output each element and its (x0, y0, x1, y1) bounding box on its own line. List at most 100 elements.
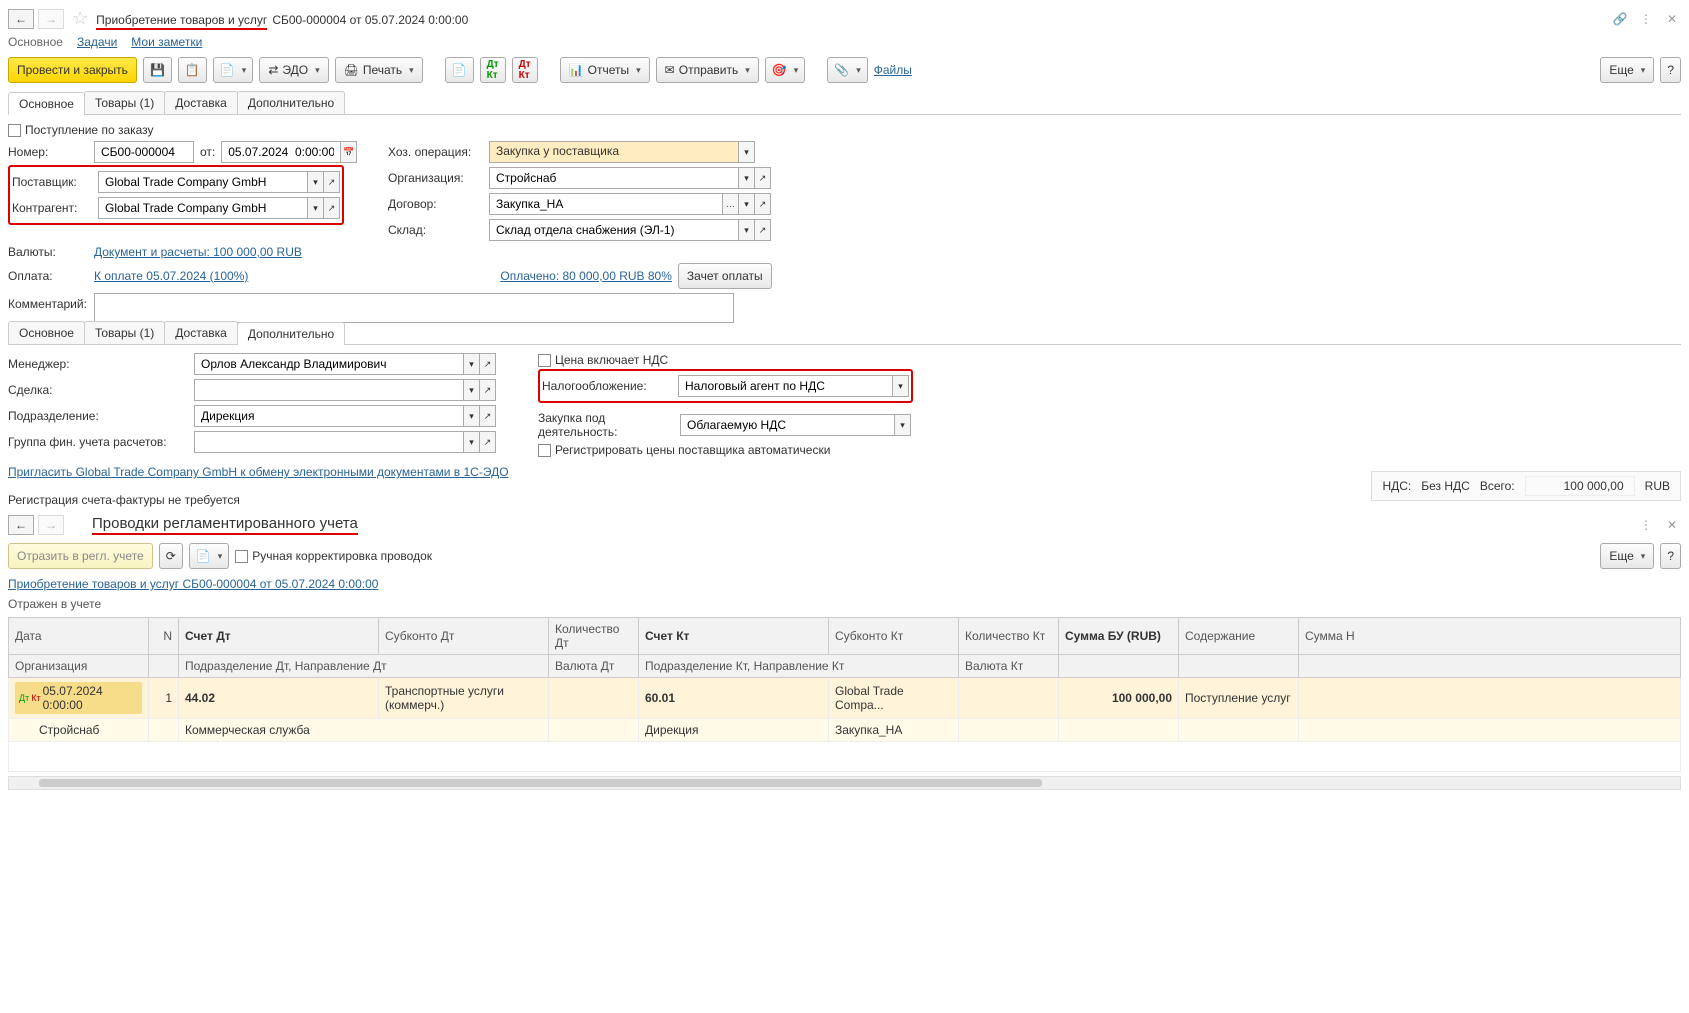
supplier-dropdown[interactable]: ▾ (308, 171, 324, 193)
supplier-open[interactable]: ↗ (324, 171, 340, 193)
invite-link[interactable]: Пригласить Global Trade Company GmbH к о… (8, 465, 509, 479)
contract-open[interactable]: ↗ (755, 193, 771, 215)
more-button[interactable]: Еще (1600, 57, 1654, 83)
counter-dropdown[interactable]: ▾ (308, 197, 324, 219)
dept-open[interactable]: ↗ (480, 405, 496, 427)
post-close-button[interactable]: Провести и закрыть (8, 57, 137, 83)
dtkt-green-button[interactable]: ДтКт (480, 57, 506, 83)
offset-button[interactable]: Зачет оплаты (678, 263, 772, 289)
post-button[interactable]: 📋 (178, 57, 207, 83)
refresh-button[interactable]: ⟳ (159, 543, 183, 569)
op-field[interactable]: Закупка у поставщика (489, 141, 739, 163)
tab-goods[interactable]: Товары (1) (84, 91, 165, 114)
counter-open[interactable]: ↗ (324, 197, 340, 219)
help-button[interactable]: ? (1660, 57, 1681, 83)
table-row[interactable]: Стройснаб Коммерческая служба Дирекция З… (9, 719, 1681, 742)
payment-link[interactable]: К оплате 05.07.2024 (100%) (94, 269, 248, 283)
manager-field[interactable] (194, 353, 464, 375)
deal-open[interactable]: ↗ (480, 379, 496, 401)
auto-price-checkbox[interactable]: Регистрировать цены поставщика автоматич… (538, 443, 830, 457)
edo-button[interactable]: ⇄ ЭДО (259, 57, 328, 83)
nav-forward-button[interactable]: → (38, 9, 64, 29)
linkbar-tasks[interactable]: Задачи (77, 35, 117, 49)
deal-dropdown[interactable]: ▾ (464, 379, 480, 401)
tab2-extra[interactable]: Дополнительно (237, 322, 345, 345)
more2-button[interactable]: Еще (1600, 543, 1654, 569)
favorite-icon[interactable]: ☆ (72, 8, 88, 29)
op-dropdown[interactable]: ▾ (739, 141, 755, 163)
tabs-main: Основное Товары (1) Доставка Дополнитель… (8, 91, 1681, 115)
by-order-checkbox[interactable]: Поступление по заказу (8, 123, 154, 137)
activity-field[interactable] (680, 414, 895, 436)
status-text: Отражен в учете (8, 597, 1681, 611)
date-field[interactable] (221, 141, 341, 163)
dept-dropdown[interactable]: ▾ (464, 405, 480, 427)
group-dropdown[interactable]: ▾ (464, 431, 480, 453)
close-icon[interactable]: ✕ (1663, 10, 1681, 28)
kebab-icon[interactable]: ⋮ (1637, 10, 1655, 28)
nav2-back-button[interactable]: ← (8, 515, 34, 535)
doc-link[interactable]: Приобретение товаров и услуг СБ00-000004… (8, 577, 378, 591)
send-button[interactable]: ✉ Отправить (656, 57, 759, 83)
table-row[interactable]: ДтКт 05.07.2024 0:00:00 1 44.02 Транспор… (9, 678, 1681, 719)
help2-button[interactable]: ? (1660, 543, 1681, 569)
doc-icon-button[interactable]: 📄 (445, 57, 474, 83)
reports-button[interactable]: 📊 Отчеты (560, 57, 650, 83)
tab-extra[interactable]: Дополнительно (237, 91, 345, 114)
copy-button[interactable]: 📄 (189, 543, 229, 569)
linkbar-main[interactable]: Основное (8, 35, 63, 49)
dept-field[interactable] (194, 405, 464, 427)
group-open[interactable]: ↗ (480, 431, 496, 453)
group-field[interactable] (194, 431, 464, 453)
comment-field[interactable] (94, 293, 734, 323)
number-field[interactable] (94, 141, 194, 163)
create-based-button[interactable]: 📄 (213, 57, 253, 83)
doc-title: Приобретение товаров и услуг СБ00-000004… (96, 8, 468, 29)
close2-icon[interactable]: ✕ (1663, 516, 1681, 534)
save-button[interactable]: 💾 (143, 57, 172, 83)
number-label: Номер: (8, 145, 88, 159)
warehouse-dropdown[interactable]: ▾ (739, 219, 755, 241)
op-label: Хоз. операция: (388, 145, 483, 159)
tab2-goods[interactable]: Товары (1) (84, 321, 165, 344)
activity-dropdown[interactable]: ▾ (895, 414, 911, 436)
activity-label: Закупка под деятельность: (538, 411, 674, 439)
manager-dropdown[interactable]: ▾ (464, 353, 480, 375)
tax-dropdown[interactable]: ▾ (893, 375, 909, 397)
contract-field[interactable] (489, 193, 723, 215)
contract-label: Договор: (388, 197, 483, 211)
files-link[interactable]: Файлы (874, 63, 912, 77)
manager-open[interactable]: ↗ (480, 353, 496, 375)
tax-field[interactable] (678, 375, 893, 397)
print-button[interactable]: 🖨 Печать (335, 57, 423, 83)
tab2-delivery[interactable]: Доставка (164, 321, 238, 344)
tab2-main[interactable]: Основное (8, 321, 85, 344)
linkbar-notes[interactable]: Мои заметки (131, 35, 202, 49)
tab-main[interactable]: Основное (8, 92, 85, 115)
paid-link[interactable]: Оплачено: 80 000,00 RUB 80% (500, 269, 672, 283)
manual-checkbox[interactable]: Ручная корректировка проводок (235, 549, 432, 563)
warehouse-open[interactable]: ↗ (755, 219, 771, 241)
org-field[interactable] (489, 167, 739, 189)
reflect-button[interactable]: Отразить в регл. учете (8, 543, 153, 569)
org-dropdown[interactable]: ▾ (739, 167, 755, 189)
vat-incl-checkbox[interactable]: Цена включает НДС (538, 353, 668, 367)
struct-button[interactable]: 🎯 (765, 57, 805, 83)
contract-dropdown[interactable]: ▾ (739, 193, 755, 215)
currencies-link[interactable]: Документ и расчеты: 100 000,00 RUB (94, 245, 302, 259)
nav-back-button[interactable]: ← (8, 9, 34, 29)
contract-more[interactable]: … (723, 193, 739, 215)
org-open[interactable]: ↗ (755, 167, 771, 189)
tab-delivery[interactable]: Доставка (164, 91, 238, 114)
supplier-field[interactable] (98, 171, 308, 193)
link-icon[interactable]: 🔗 (1611, 10, 1629, 28)
dtkt-red-button[interactable]: ДтКт (512, 57, 538, 83)
warehouse-field[interactable] (489, 219, 739, 241)
calendar-icon[interactable]: 📅 (341, 141, 357, 163)
kebab2-icon[interactable]: ⋮ (1637, 516, 1655, 534)
counter-field[interactable] (98, 197, 308, 219)
deal-field[interactable] (194, 379, 464, 401)
h-scrollbar[interactable] (8, 776, 1681, 790)
nav2-forward-button[interactable]: → (38, 515, 64, 535)
attach-button[interactable]: 📎 (827, 57, 867, 83)
